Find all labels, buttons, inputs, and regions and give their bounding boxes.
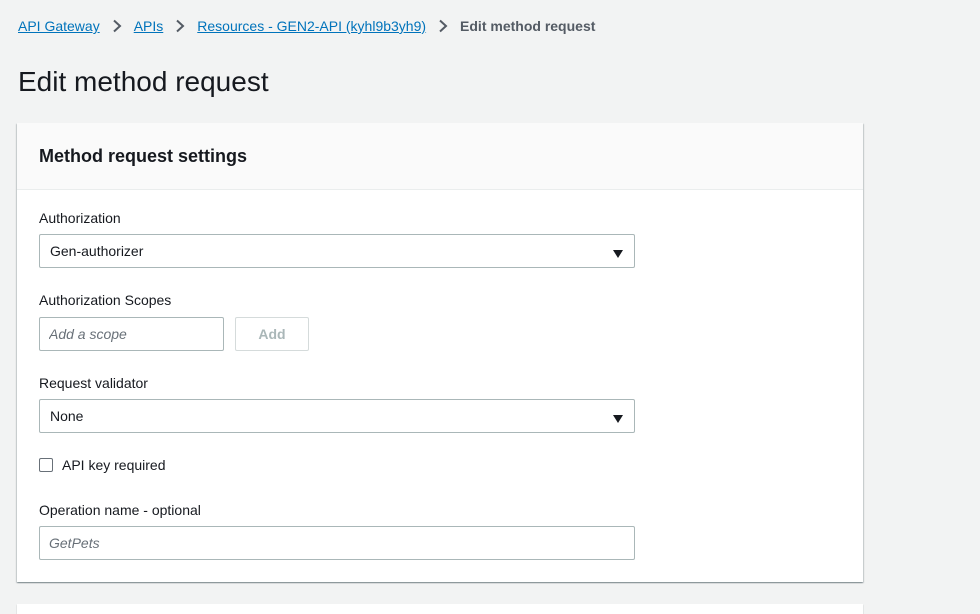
operation-name-label: Operation name - optional bbox=[39, 502, 201, 518]
authorization-label: Authorization bbox=[39, 210, 121, 226]
api-key-required-label: API key required bbox=[62, 457, 166, 473]
api-key-required-row[interactable]: API key required bbox=[39, 456, 166, 474]
panel-title: Method request settings bbox=[39, 146, 248, 166]
authorization-select-value: Gen-authorizer bbox=[50, 243, 144, 259]
breadcrumb-api-gateway[interactable]: API Gateway bbox=[18, 17, 100, 35]
breadcrumb: API Gateway APIs Resources - GEN2-API (k… bbox=[18, 17, 595, 35]
authorization-scopes-label: Authorization Scopes bbox=[39, 292, 172, 308]
caret-down-icon bbox=[612, 246, 624, 258]
api-key-required-checkbox[interactable] bbox=[39, 458, 53, 472]
breadcrumb-current: Edit method request bbox=[460, 18, 596, 34]
method-request-settings-panel: Method request settings Authorization Ge… bbox=[17, 123, 863, 582]
scope-input[interactable] bbox=[39, 317, 224, 351]
next-panel bbox=[17, 604, 863, 614]
request-validator-label: Request validator bbox=[39, 375, 148, 391]
operation-name-input[interactable] bbox=[39, 526, 635, 560]
breadcrumb-apis[interactable]: APIs bbox=[134, 17, 164, 35]
page-title: Edit method request bbox=[18, 66, 269, 97]
caret-down-icon bbox=[612, 411, 624, 423]
add-scope-button[interactable]: Add bbox=[235, 317, 309, 351]
chevron-right-icon bbox=[100, 17, 134, 35]
request-validator-select-value: None bbox=[50, 408, 84, 424]
request-validator-select[interactable]: None bbox=[39, 399, 635, 433]
breadcrumb-resources[interactable]: Resources - GEN2-API (kyhl9b3yh9) bbox=[197, 17, 426, 35]
authorization-select[interactable]: Gen-authorizer bbox=[39, 234, 635, 268]
panel-header: Method request settings bbox=[17, 123, 863, 190]
chevron-right-icon bbox=[426, 17, 460, 35]
chevron-right-icon bbox=[163, 17, 197, 35]
